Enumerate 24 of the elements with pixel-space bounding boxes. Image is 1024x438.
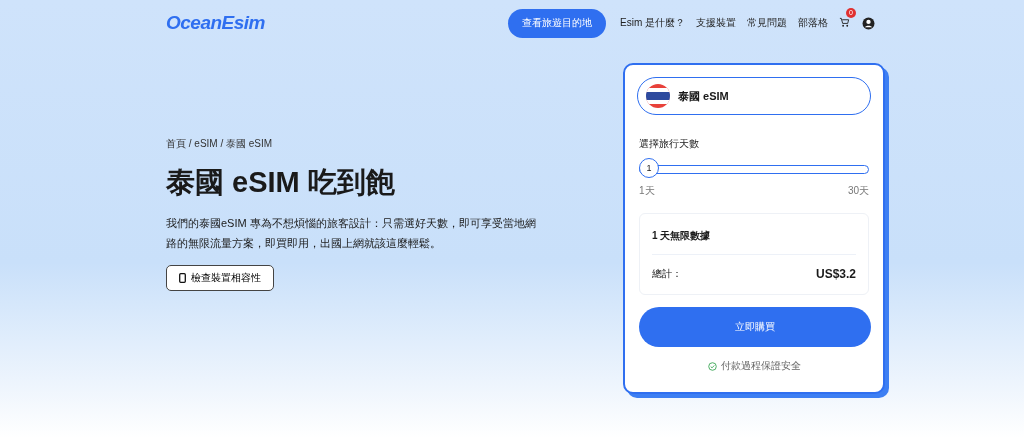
flag-icon — [646, 84, 670, 108]
plan-name: 1 天無限數據 — [652, 214, 856, 255]
total-price: US$3.2 — [815, 267, 856, 281]
slider-thumb[interactable]: 1 — [639, 158, 659, 178]
nav-link[interactable]: 部落格 — [798, 16, 828, 30]
days-label: 選擇旅行天數 — [639, 137, 700, 151]
page-title: 泰國 eSIM 吃到飽 — [166, 164, 396, 200]
buy-button[interactable]: 立即購買 — [639, 307, 871, 347]
breadcrumb: 首頁 / eSIM / 泰國 eSIM — [166, 136, 274, 151]
nav-link[interactable]: 常見問題 — [747, 16, 787, 30]
check-circle-icon — [707, 361, 717, 371]
cart-icon[interactable] — [839, 17, 850, 28]
day-slider[interactable]: 1 — [639, 158, 869, 180]
secure-note: 付款過程保證安全 — [720, 359, 801, 373]
user-icon[interactable] — [862, 16, 875, 30]
max-label: 30天 — [847, 184, 869, 198]
total-label: 總計： — [652, 267, 682, 281]
nav-link[interactable]: Esim 是什麼？ — [620, 16, 685, 30]
nav-link[interactable]: 支援裝置 — [696, 16, 736, 30]
compatibility-button[interactable]: 檢查裝置相容性 — [166, 264, 274, 291]
description: 我們的泰國eSIM 專為不想煩惱的旅客設計：只需選好天數，即可享受當地網路的無限流量方案，即買即用，出國上網就該這麼輕鬆。 — [166, 215, 537, 251]
destinations-button[interactable]: 查看旅遊目的地 — [508, 8, 606, 38]
min-label: 1天 — [639, 184, 655, 198]
phone-icon — [179, 272, 186, 283]
